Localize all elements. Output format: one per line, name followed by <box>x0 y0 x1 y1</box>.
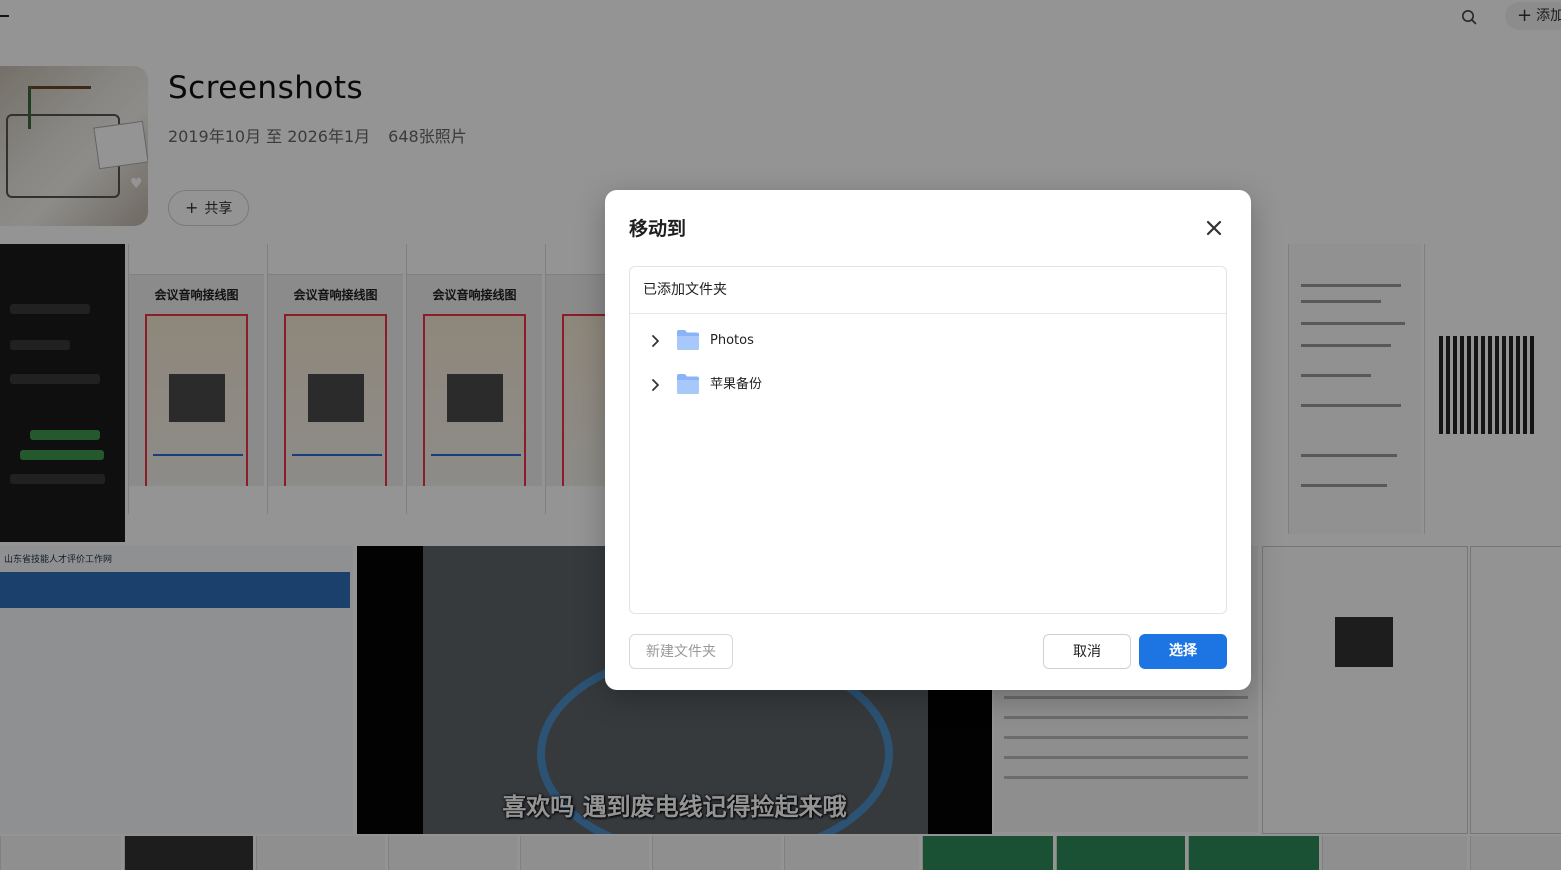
chevron-right-icon[interactable] <box>647 377 663 393</box>
new-folder-button[interactable]: 新建文件夹 <box>629 634 733 669</box>
close-icon <box>1206 220 1222 236</box>
folder-item-photos[interactable]: Photos <box>630 321 1226 361</box>
added-folders-header: 已添加文件夹 <box>630 267 1226 314</box>
folder-item-apple-backup[interactable]: 苹果备份 <box>630 365 1226 405</box>
close-button[interactable] <box>1203 217 1225 239</box>
folder-tree: 已添加文件夹 Photos 苹果备份 <box>629 266 1227 614</box>
move-to-dialog: 移动到 已添加文件夹 Photos 苹果备份 新建文件夹 取消 选择 <box>605 190 1251 690</box>
select-button[interactable]: 选择 <box>1139 634 1227 669</box>
folder-icon <box>677 374 699 394</box>
dialog-title: 移动到 <box>629 218 687 240</box>
chevron-right-icon[interactable] <box>647 333 663 349</box>
folder-name: Photos <box>710 333 754 348</box>
folder-name: 苹果备份 <box>710 377 763 392</box>
folder-icon <box>677 330 699 350</box>
cancel-button[interactable]: 取消 <box>1043 634 1131 669</box>
